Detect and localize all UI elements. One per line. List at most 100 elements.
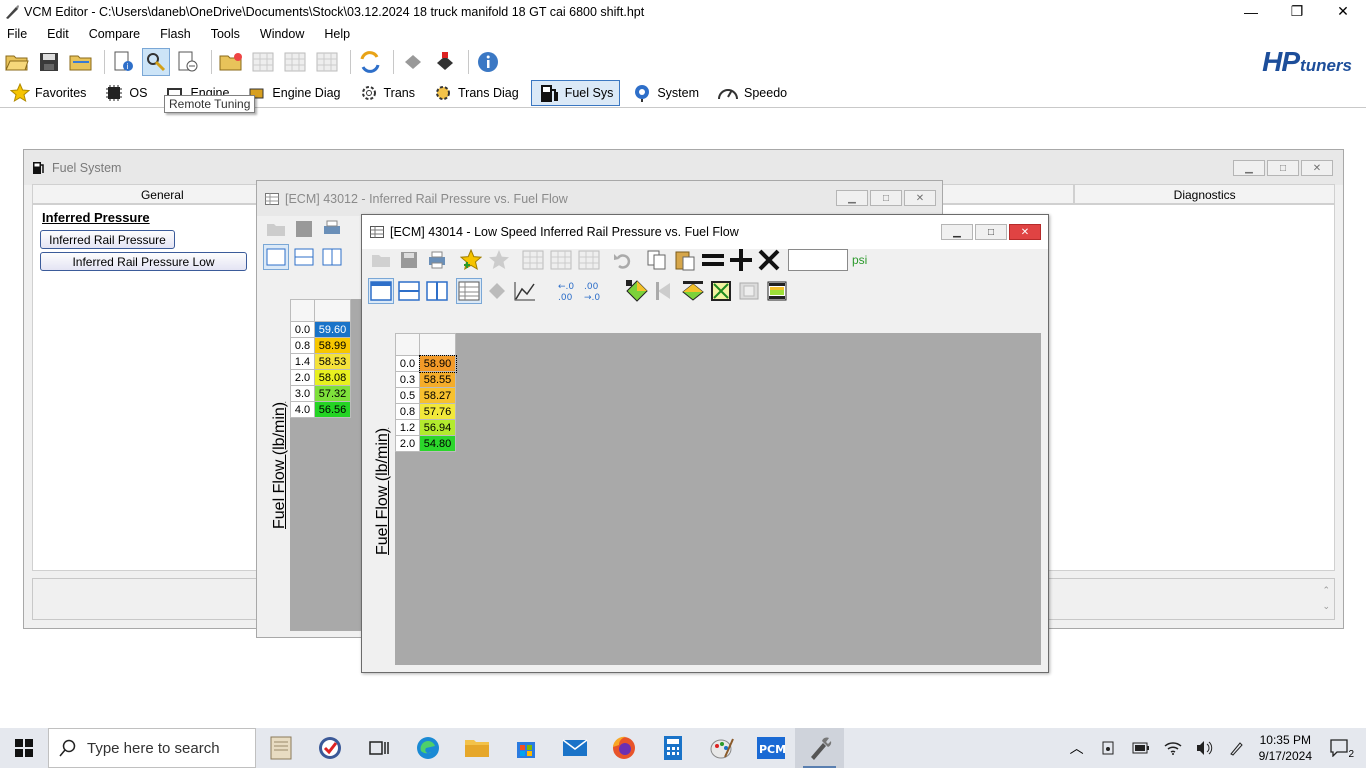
file-info-icon[interactable]: i: [110, 48, 138, 76]
table-value-cell[interactable]: 58.27: [419, 387, 456, 404]
table-value-cell[interactable]: 56.94: [419, 419, 456, 436]
open-folder-icon[interactable]: [263, 216, 289, 242]
grid-icon-3[interactable]: [576, 247, 602, 273]
vehicle-info-icon[interactable]: [174, 48, 202, 76]
remote-tuning-icon[interactable]: [142, 48, 170, 76]
firefox-icon[interactable]: [599, 728, 648, 768]
pcm-app-icon[interactable]: PCM: [746, 728, 795, 768]
table-43014-close-button[interactable]: ✕: [1009, 224, 1041, 240]
store-icon[interactable]: [501, 728, 550, 768]
view-split-vertical-icon[interactable]: [424, 278, 450, 304]
open-folder-icon[interactable]: [3, 48, 31, 76]
fuel-system-minimize-button[interactable]: ▁: [1233, 160, 1265, 176]
table-grid-icon-2[interactable]: [281, 48, 309, 76]
battery-icon[interactable]: [1125, 742, 1157, 754]
view-split-vertical-icon[interactable]: [319, 244, 345, 270]
menu-flash[interactable]: Flash: [160, 27, 191, 41]
grid-icon-1[interactable]: [520, 247, 546, 273]
table-43012-minimize-button[interactable]: ▁: [836, 190, 868, 206]
nav-system[interactable]: System: [626, 80, 705, 106]
save-icon[interactable]: [35, 48, 63, 76]
table-43014-minimize-button[interactable]: ▁: [941, 224, 973, 240]
table-value-cell[interactable]: 58.08: [314, 369, 351, 386]
calculator-icon[interactable]: [648, 728, 697, 768]
copy-icon[interactable]: [644, 247, 670, 273]
pen-icon[interactable]: [1221, 740, 1253, 756]
table-value-cell[interactable]: 56.56: [314, 401, 351, 418]
menu-window[interactable]: Window: [260, 27, 304, 41]
volume-icon[interactable]: [1189, 740, 1221, 756]
status-scrollbar[interactable]: ⌃ ⌄: [1322, 582, 1330, 614]
read-vehicle-icon[interactable]: [399, 48, 427, 76]
paste-icon[interactable]: [672, 247, 698, 273]
write-vehicle-icon[interactable]: [431, 48, 459, 76]
menu-help[interactable]: Help: [324, 27, 350, 41]
table-value-cell[interactable]: 57.76: [419, 403, 456, 420]
close-button[interactable]: ✕: [1320, 0, 1366, 23]
menu-edit[interactable]: Edit: [47, 27, 69, 41]
fuel-system-maximize-button[interactable]: □: [1267, 160, 1299, 176]
table-value-cell[interactable]: 54.80: [419, 435, 456, 452]
operation-value-input[interactable]: [788, 249, 848, 271]
grid-icon-2[interactable]: [548, 247, 574, 273]
fuel-system-close-button[interactable]: ✕: [1301, 160, 1333, 176]
clock[interactable]: 10:35 PM 9/17/2024: [1259, 732, 1312, 764]
paint-icon[interactable]: [697, 728, 746, 768]
nav-trans[interactable]: Trans: [353, 80, 422, 106]
info-icon[interactable]: [474, 48, 502, 76]
view-single-icon[interactable]: [263, 244, 289, 270]
table-value-cell[interactable]: 57.32: [314, 385, 351, 402]
multiply-icon[interactable]: [756, 247, 782, 273]
minimize-button[interactable]: —: [1228, 0, 1274, 23]
menu-tools[interactable]: Tools: [211, 27, 240, 41]
save-icon[interactable]: [291, 216, 317, 242]
nav-trans-diag[interactable]: Trans Diag: [427, 80, 525, 106]
table-43014-maximize-button[interactable]: □: [975, 224, 1007, 240]
inferred-rail-pressure-low-button[interactable]: Inferred Rail Pressure Low: [40, 252, 247, 271]
table-43012-close-button[interactable]: ✕: [904, 190, 936, 206]
print-icon[interactable]: [424, 247, 450, 273]
start-button[interactable]: [0, 728, 48, 768]
select-band-icon[interactable]: [764, 278, 790, 304]
table-value-cell[interactable]: 58.99: [314, 337, 351, 354]
task-view-icon[interactable]: [354, 728, 403, 768]
tasks-app-icon[interactable]: [305, 728, 354, 768]
nav-engine-diag[interactable]: Engine Diag: [241, 80, 346, 106]
compare-swap-icon[interactable]: [356, 48, 384, 76]
tab-diagnostics[interactable]: Diagnostics: [1074, 184, 1335, 204]
open-recent-icon[interactable]: [67, 48, 95, 76]
print-icon[interactable]: [319, 216, 345, 242]
interpolate-icon[interactable]: [624, 278, 650, 304]
table-43012-maximize-button[interactable]: □: [870, 190, 902, 206]
table-grid-icon-3[interactable]: [313, 48, 341, 76]
smooth-icon[interactable]: [708, 278, 734, 304]
interpolate-horizontal-icon[interactable]: [652, 278, 678, 304]
wifi-icon[interactable]: [1157, 741, 1189, 755]
notepad-app-icon[interactable]: [256, 728, 305, 768]
interpolate-vertical-icon[interactable]: [680, 278, 706, 304]
tab-general[interactable]: General: [32, 184, 293, 204]
diamond-icon[interactable]: [484, 278, 510, 304]
table-grid-icon-1[interactable]: [249, 48, 277, 76]
table-value-cell[interactable]: 59.60: [314, 321, 351, 338]
open-folder-icon[interactable]: [368, 247, 394, 273]
increase-decimals-icon[interactable]: .00 →.0: [582, 278, 608, 304]
view-split-horizontal-icon[interactable]: [396, 278, 422, 304]
view-single-icon[interactable]: [368, 278, 394, 304]
add-favorite-star-icon[interactable]: [458, 247, 484, 273]
save-icon[interactable]: [396, 247, 422, 273]
vcm-editor-taskbar-icon[interactable]: [795, 728, 844, 768]
edge-browser-icon[interactable]: [403, 728, 452, 768]
fill-area-icon[interactable]: [736, 278, 762, 304]
set-equal-icon[interactable]: [700, 247, 726, 273]
add-icon[interactable]: [728, 247, 754, 273]
meet-now-icon[interactable]: [1093, 740, 1125, 756]
open-table-folder-icon[interactable]: [217, 48, 245, 76]
nav-favorites[interactable]: Favorites: [4, 80, 92, 106]
undo-icon[interactable]: [610, 247, 636, 273]
nav-os[interactable]: OS: [98, 80, 153, 106]
taskbar-search[interactable]: Type here to search: [48, 728, 256, 768]
menu-compare[interactable]: Compare: [89, 27, 140, 41]
remove-favorite-star-icon[interactable]: [486, 247, 512, 273]
nav-fuel-sys[interactable]: Fuel Sys: [530, 79, 621, 106]
